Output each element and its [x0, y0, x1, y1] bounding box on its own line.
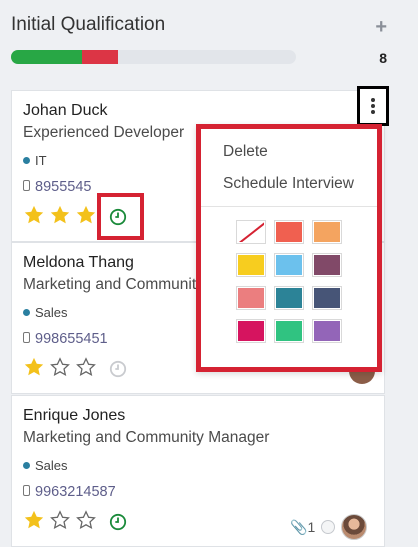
star-filled-icon[interactable]: [23, 204, 45, 226]
clock-icon[interactable]: [109, 360, 127, 378]
priority-stars[interactable]: [23, 204, 97, 226]
progress-segment-green[interactable]: [11, 50, 82, 64]
color-swatch-8[interactable]: [313, 287, 341, 309]
job-title: Experienced Developer: [23, 124, 185, 141]
column-header: Initial Qualification + 8: [11, 14, 391, 66]
phone-number: 8955545: [23, 179, 91, 195]
applicant-name: Johan Duck: [23, 102, 108, 119]
menu-item-delete[interactable]: Delete: [223, 143, 268, 161]
color-swatch-11[interactable]: [313, 320, 341, 342]
phone-value: 998655451: [35, 331, 108, 347]
tag-dot-icon: [23, 157, 30, 165]
color-swatch-9[interactable]: [237, 320, 265, 342]
activity-clock[interactable]: [109, 513, 127, 531]
menu-item-schedule-interview[interactable]: Schedule Interview: [223, 175, 354, 193]
phone-number: 9963214587: [23, 484, 116, 500]
star-empty-icon[interactable]: [75, 509, 97, 531]
tag-label: Sales: [35, 458, 68, 473]
priority-stars[interactable]: [23, 509, 97, 531]
activity-clock[interactable]: [109, 360, 127, 378]
color-swatch-2[interactable]: [313, 221, 341, 243]
tag-label: Sales: [35, 305, 68, 320]
menu-divider: [201, 206, 377, 207]
star-filled-icon[interactable]: [75, 204, 97, 226]
tag-dot-icon: [23, 309, 30, 317]
tag-badge: IT: [23, 153, 47, 168]
column-count: 8: [379, 50, 387, 66]
color-swatch-3[interactable]: [237, 254, 265, 276]
color-picker: [237, 221, 349, 342]
phone-value: 9963214587: [35, 484, 116, 500]
mobile-phone-icon: [23, 179, 30, 191]
card-dropdown-menu: Delete Schedule Interview: [196, 124, 382, 372]
color-swatch-none[interactable]: [237, 221, 265, 243]
priority-stars[interactable]: [23, 356, 97, 378]
tag-dot-icon: [23, 462, 30, 470]
color-swatch-10[interactable]: [275, 320, 303, 342]
paperclip-icon: 📎: [290, 518, 308, 535]
star-empty-icon[interactable]: [75, 356, 97, 378]
star-filled-icon[interactable]: [23, 356, 45, 378]
kanban-card[interactable]: Enrique Jones Marketing and Community Ma…: [11, 395, 385, 547]
plus-icon[interactable]: +: [375, 16, 387, 39]
activity-highlight-box: [97, 193, 144, 240]
star-empty-icon[interactable]: [49, 509, 71, 531]
tag-label: IT: [35, 153, 47, 168]
color-swatch-5[interactable]: [313, 254, 341, 276]
star-filled-icon[interactable]: [23, 509, 45, 531]
color-swatch-6[interactable]: [237, 287, 265, 309]
vertical-ellipsis-icon[interactable]: [371, 98, 375, 116]
phone-value: 8955545: [35, 179, 92, 195]
tag-badge: Sales: [23, 305, 68, 320]
attachment-count-value: 1: [307, 518, 316, 535]
tag-badge: Sales: [23, 458, 68, 473]
progress-segment-red[interactable]: [82, 50, 118, 64]
applicant-name: Meldona Thang: [23, 254, 134, 271]
star-empty-icon[interactable]: [49, 356, 71, 378]
column-progress-bar[interactable]: [11, 50, 296, 64]
star-filled-icon[interactable]: [49, 204, 71, 226]
mobile-phone-icon: [23, 484, 30, 496]
color-swatch-7[interactable]: [275, 287, 303, 309]
job-title: Marketing and Community Manager: [23, 429, 270, 446]
kanban-state-icon[interactable]: [321, 520, 336, 534]
card-footer-right: 📎1: [290, 514, 368, 540]
color-swatch-4[interactable]: [275, 254, 303, 276]
color-swatch-1[interactable]: [275, 221, 303, 243]
column-title: Initial Qualification: [11, 14, 166, 35]
mobile-phone-icon: [23, 331, 30, 343]
attachments-count[interactable]: 📎1: [290, 519, 315, 536]
card-menu-button[interactable]: [357, 86, 389, 126]
avatar[interactable]: [341, 514, 368, 540]
clock-icon[interactable]: [109, 513, 127, 531]
phone-number: 998655451: [23, 331, 108, 347]
applicant-name: Enrique Jones: [23, 407, 126, 424]
